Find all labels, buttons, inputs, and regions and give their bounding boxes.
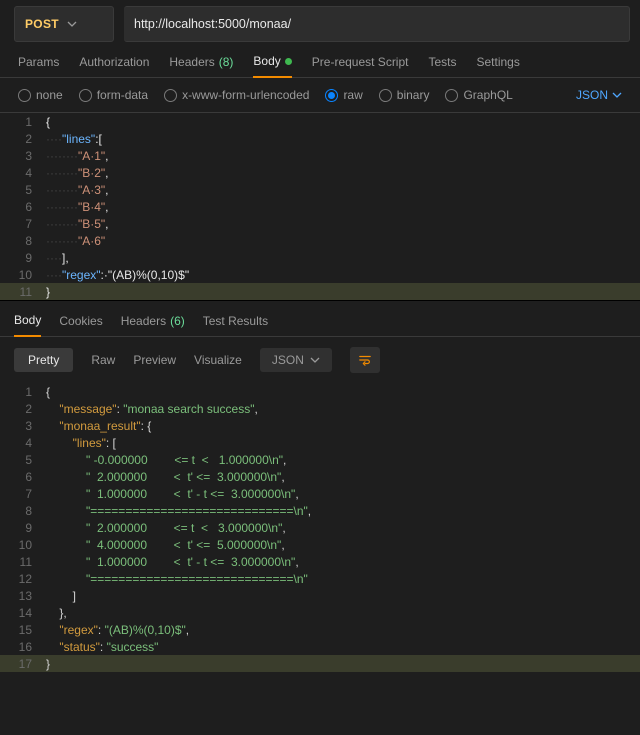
tab-headers[interactable]: Headers (8) <box>169 54 233 77</box>
response-body-viewer[interactable]: 1{2 "message": "monaa search success",3 … <box>0 383 640 672</box>
response-tabs: Body Cookies Headers (6) Test Results <box>0 300 640 337</box>
resp-tab-cookies[interactable]: Cookies <box>59 313 102 336</box>
body-dirty-dot <box>285 58 292 65</box>
body-formdata-radio[interactable]: form-data <box>79 88 148 102</box>
tab-prerequest[interactable]: Pre-request Script <box>312 54 409 77</box>
view-preview[interactable]: Preview <box>133 353 176 367</box>
body-graphql-radio[interactable]: GraphQL <box>445 88 512 102</box>
tab-tests[interactable]: Tests <box>428 54 456 77</box>
request-body-editor[interactable]: 1{2····"lines":[3········"A·1",4········… <box>0 113 640 300</box>
url-text: http://localhost:5000/monaa/ <box>134 17 291 31</box>
chevron-down-icon <box>67 19 77 29</box>
body-binary-radio[interactable]: binary <box>379 88 430 102</box>
view-raw[interactable]: Raw <box>91 353 115 367</box>
body-type-row: none form-data x-www-form-urlencoded raw… <box>0 78 640 113</box>
view-visualize[interactable]: Visualize <box>194 353 242 367</box>
view-pretty[interactable]: Pretty <box>14 348 73 372</box>
tab-settings[interactable]: Settings <box>477 54 520 77</box>
body-xform-radio[interactable]: x-www-form-urlencoded <box>164 88 309 102</box>
http-method-label: POST <box>25 17 59 31</box>
resp-tab-testresults[interactable]: Test Results <box>203 313 268 336</box>
resp-tab-body[interactable]: Body <box>14 313 41 337</box>
http-method-select[interactable]: POST <box>14 6 114 42</box>
chevron-down-icon <box>612 90 622 100</box>
request-tabs: Params Authorization Headers (8) Body Pr… <box>0 42 640 78</box>
response-toolbar: Pretty Raw Preview Visualize JSON <box>0 337 640 383</box>
wrap-lines-button[interactable] <box>350 347 380 373</box>
resp-headers-count: (6) <box>170 314 185 328</box>
headers-count-badge: (8) <box>219 55 234 69</box>
tab-authorization[interactable]: Authorization <box>79 54 149 77</box>
body-none-radio[interactable]: none <box>18 88 63 102</box>
tab-params[interactable]: Params <box>18 54 59 77</box>
resp-tab-headers[interactable]: Headers (6) <box>121 313 185 336</box>
body-lang-select[interactable]: JSON <box>576 88 622 102</box>
tab-body[interactable]: Body <box>253 54 291 78</box>
response-format-select[interactable]: JSON <box>260 348 332 372</box>
body-raw-radio[interactable]: raw <box>325 88 362 102</box>
chevron-down-icon <box>310 355 320 365</box>
url-input[interactable]: http://localhost:5000/monaa/ <box>124 6 630 42</box>
wrap-icon <box>358 353 372 367</box>
